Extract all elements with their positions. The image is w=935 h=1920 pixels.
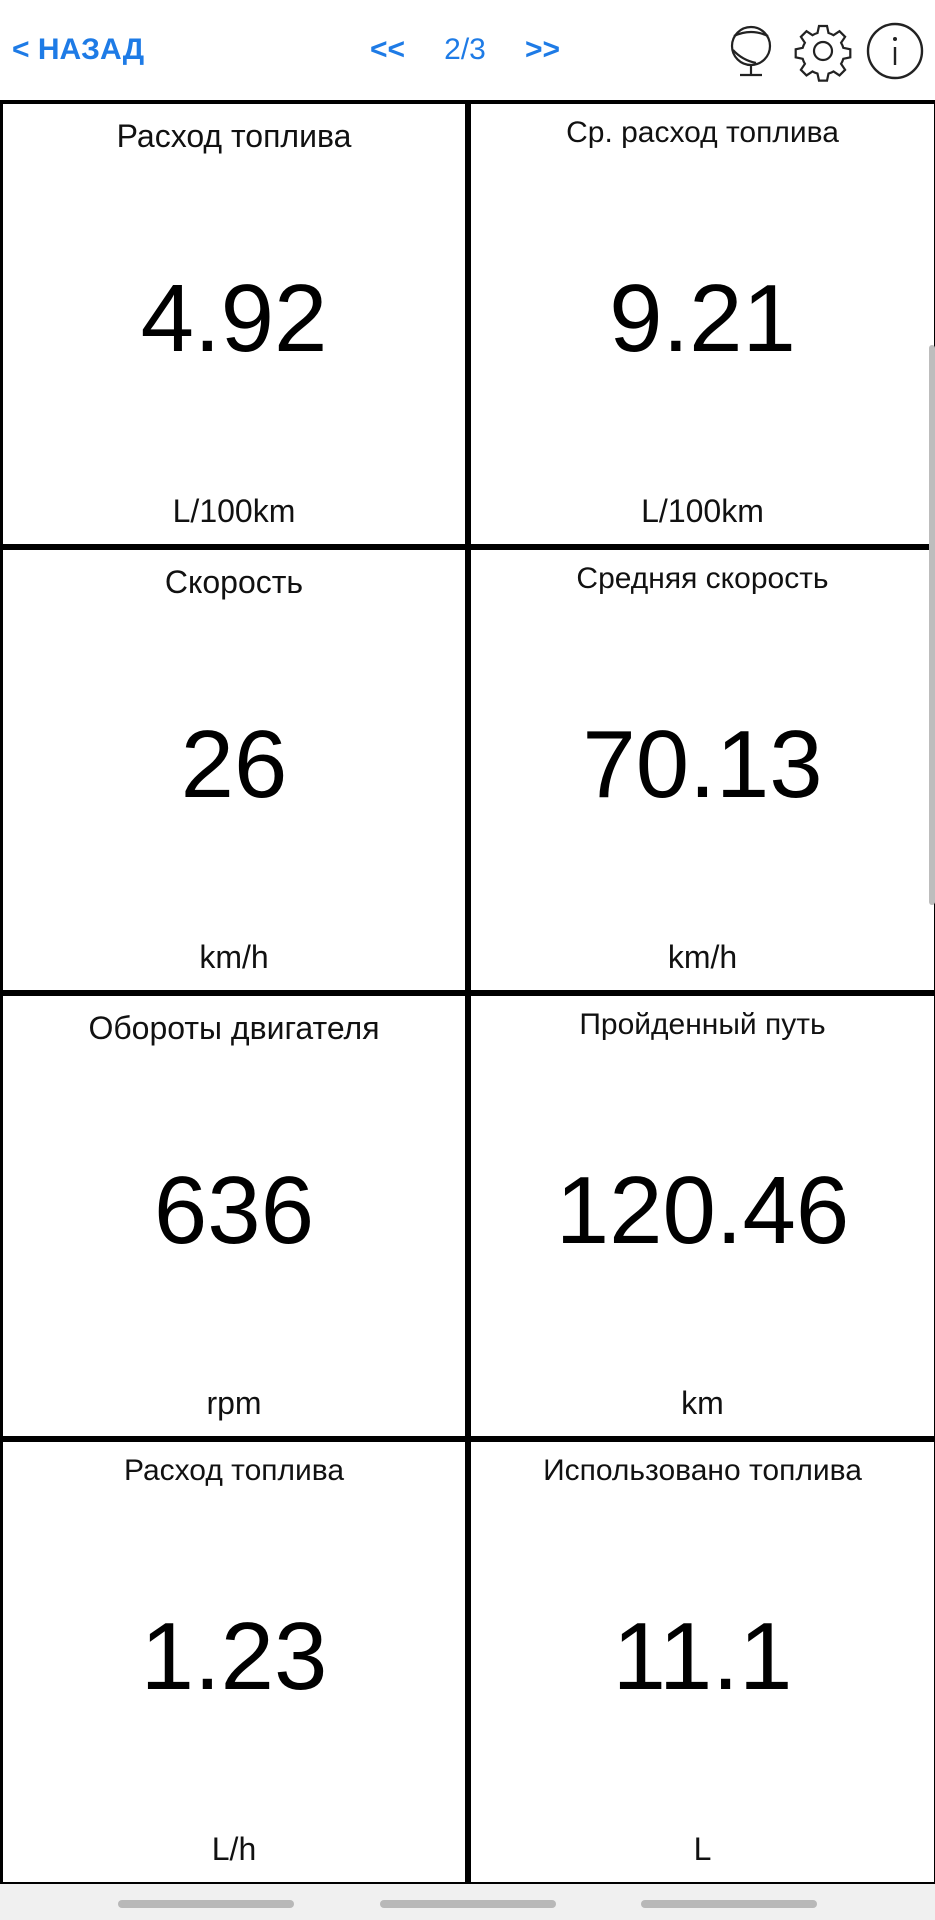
- system-nav-bar: [0, 1884, 935, 1920]
- app-root: < НАЗАД << 2/3 >> Расход топлива 4.92 L/…: [0, 0, 935, 1920]
- tile-avg-speed[interactable]: Средняя скорость 70.13 km/h: [471, 550, 934, 990]
- tile-title: Расход топлива: [116, 118, 352, 154]
- tile-engine-rpm[interactable]: Обороты двигателя 636 rpm: [3, 996, 465, 1436]
- tile-title: Скорость: [164, 564, 304, 600]
- tile-title: Ср. расход топлива: [566, 116, 839, 149]
- scroll-indicator[interactable]: [929, 345, 935, 905]
- page-indicator: 2/3: [444, 33, 486, 66]
- tile-distance[interactable]: Пройденный путь 120.46 km: [471, 996, 934, 1436]
- back-button[interactable]: < НАЗАД: [12, 26, 144, 74]
- tile-value: 11.1: [612, 1603, 793, 1710]
- tile-fuel-rate[interactable]: Расход топлива 1.23 L/h: [3, 1442, 465, 1882]
- tile-title: Использовано топлива: [543, 1454, 862, 1487]
- next-page-button[interactable]: >>: [500, 26, 560, 74]
- page-navigator: << 2/3 >>: [370, 26, 560, 74]
- tile-unit: km/h: [667, 939, 738, 975]
- tile-unit: L/h: [211, 1831, 257, 1867]
- gauge-grid: Расход топлива 4.92 L/100km Ср. расход т…: [0, 100, 935, 1884]
- tile-speed[interactable]: Скорость 26 km/h: [3, 550, 465, 990]
- tile-avg-fuel-consumption[interactable]: Ср. расход топлива 9.21 L/100km: [471, 104, 934, 544]
- tile-unit: L: [693, 1831, 712, 1867]
- tile-fuel-consumption[interactable]: Расход топлива 4.92 L/100km: [3, 104, 465, 544]
- tile-value: 4.92: [140, 265, 328, 372]
- tile-value: 26: [180, 711, 288, 818]
- gear-icon[interactable]: [792, 20, 854, 82]
- nav-back-button[interactable]: [641, 1900, 817, 1908]
- nav-home-button[interactable]: [380, 1900, 556, 1908]
- tile-unit: L/100km: [172, 493, 296, 529]
- tile-title: Расход топлива: [123, 1454, 345, 1487]
- tile-title: Обороты двигателя: [88, 1010, 380, 1046]
- prev-page-button[interactable]: <<: [370, 26, 430, 74]
- tile-title: Пройденный путь: [579, 1008, 826, 1041]
- top-bar: < НАЗАД << 2/3 >>: [0, 0, 935, 100]
- tile-unit: L/100km: [641, 493, 764, 529]
- tile-fuel-used[interactable]: Использовано топлива 11.1 L: [471, 1442, 934, 1882]
- tile-value: 1.23: [140, 1603, 328, 1710]
- tile-title: Средняя скорость: [576, 562, 829, 595]
- nav-recent-button[interactable]: [118, 1900, 294, 1908]
- tile-unit: rpm: [206, 1385, 262, 1421]
- tile-value: 9.21: [609, 265, 796, 372]
- globe-icon[interactable]: [720, 20, 782, 82]
- tile-value: 636: [153, 1157, 315, 1264]
- tile-unit: km: [681, 1385, 724, 1421]
- info-icon[interactable]: [864, 20, 926, 82]
- tile-value: 120.46: [555, 1157, 850, 1264]
- tile-value: 70.13: [582, 711, 823, 818]
- tile-unit: km/h: [199, 939, 269, 975]
